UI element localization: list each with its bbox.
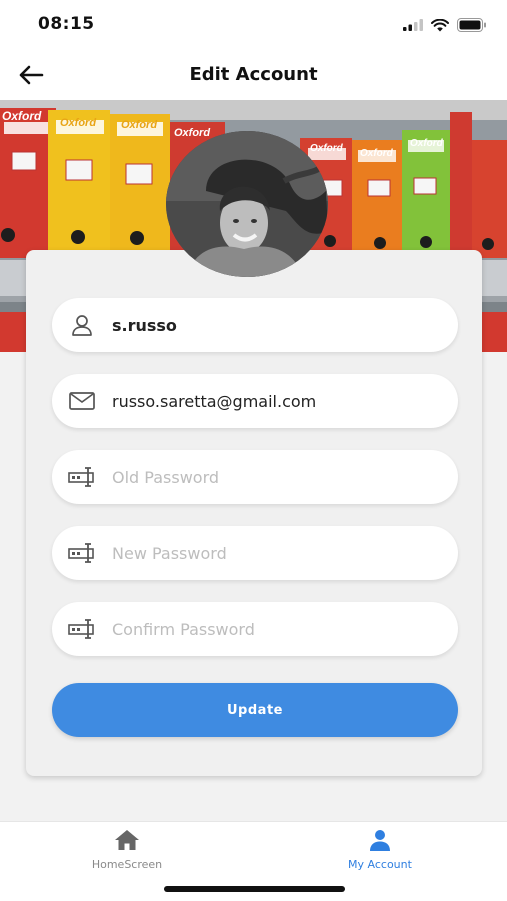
wifi-icon <box>431 18 449 31</box>
tab-my-account-label: My Account <box>348 858 412 871</box>
banner-brand-7: Oxford <box>410 138 444 149</box>
new-password-input[interactable] <box>112 526 442 580</box>
confirm-password-field[interactable] <box>52 602 458 656</box>
status-time: 08:15 <box>38 14 95 34</box>
banner-brand-2: Oxford <box>60 117 96 129</box>
home-icon <box>115 830 139 850</box>
tab-homescreen-label: HomeScreen <box>91 858 163 871</box>
email-field[interactable] <box>52 374 458 428</box>
signal-icon <box>403 19 423 31</box>
username-field[interactable] <box>52 298 458 352</box>
password-icon <box>68 617 96 641</box>
banner-brand-1: Oxford <box>2 109 42 123</box>
profile-avatar[interactable] <box>166 131 328 277</box>
banner-brand-5: Oxford <box>310 143 344 154</box>
confirm-password-input[interactable] <box>112 602 442 656</box>
banner-brand-3: Oxford <box>121 119 157 131</box>
tab-my-account[interactable]: My Account <box>300 828 460 878</box>
status-icons <box>403 15 487 35</box>
old-password-input[interactable] <box>112 450 442 504</box>
banner-brand-4: Oxford <box>174 127 210 139</box>
navigation-bar: Edit Account <box>0 50 507 100</box>
mail-icon <box>68 389 96 413</box>
page-title: Edit Account <box>189 64 318 85</box>
password-icon <box>68 541 96 565</box>
person-icon <box>370 830 390 851</box>
status-bar: 08:15 <box>0 0 507 50</box>
tab-homescreen[interactable]: HomeScreen <box>47 828 207 878</box>
home-indicator <box>164 886 345 892</box>
old-password-field[interactable] <box>52 450 458 504</box>
update-button[interactable]: Update <box>52 683 458 737</box>
banner-brand-6: Oxford <box>360 148 394 159</box>
battery-icon <box>457 18 486 32</box>
password-icon <box>68 465 96 489</box>
email-input[interactable] <box>112 374 442 428</box>
user-icon <box>68 313 96 337</box>
username-input[interactable] <box>112 298 442 352</box>
new-password-field[interactable] <box>52 526 458 580</box>
